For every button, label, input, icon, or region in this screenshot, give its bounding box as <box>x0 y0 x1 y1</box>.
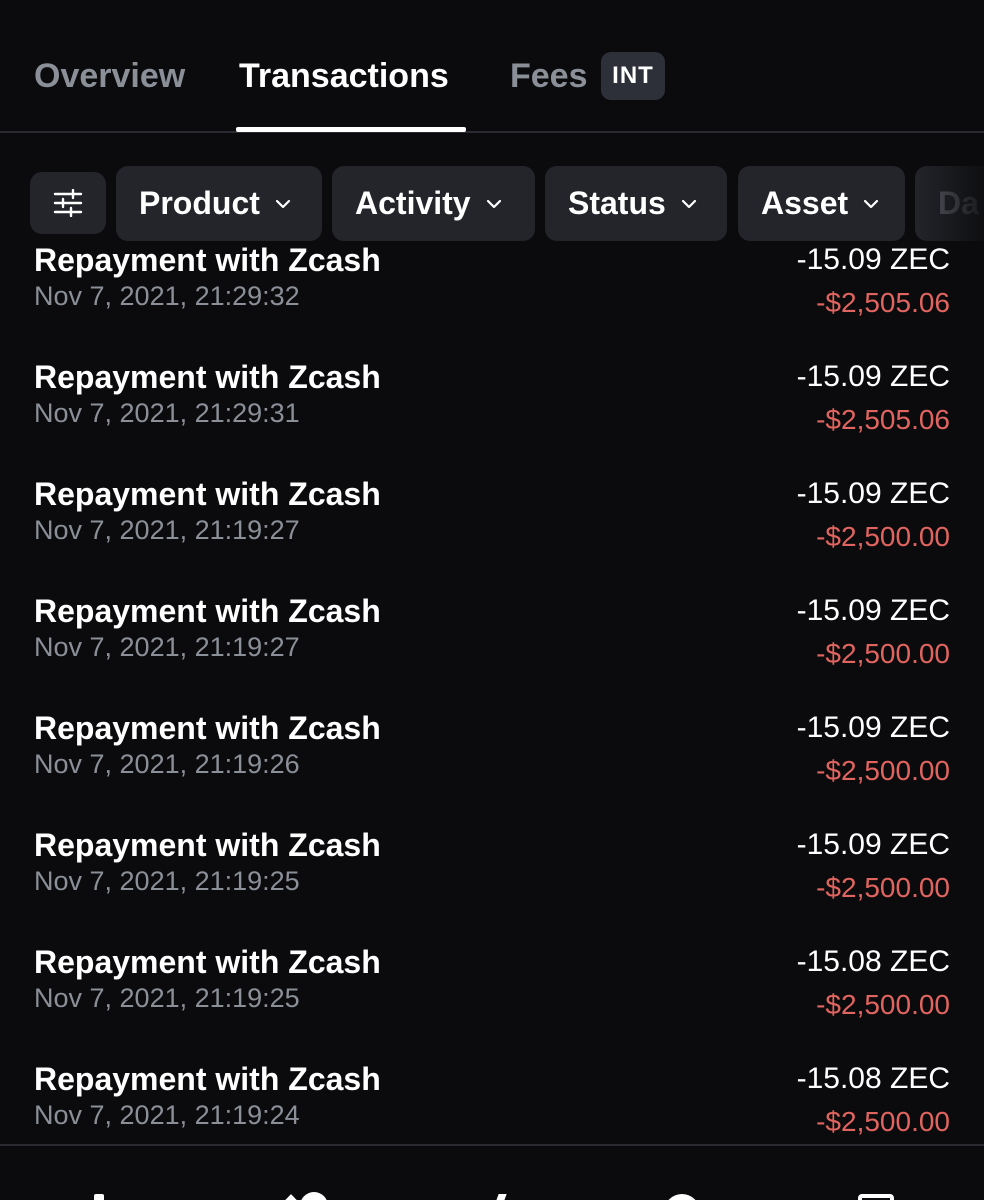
transaction-fiat-amount: -$2,500.00 <box>816 521 950 552</box>
transaction-date: Nov 7, 2021, 21:19:25 <box>34 866 300 896</box>
transaction-fiat-amount: -$2,500.00 <box>816 755 950 786</box>
filter-settings-button[interactable] <box>30 172 106 234</box>
filter-activity-label: Activity <box>355 185 471 221</box>
filter-date-label: Da <box>938 185 979 221</box>
transaction-row[interactable]: Repayment with Zcash Nov 7, 2021, 21:29:… <box>0 357 984 474</box>
transaction-row[interactable]: Repayment with Zcash Nov 7, 2021, 21:19:… <box>0 825 984 942</box>
fees-int-badge: INT <box>601 52 665 100</box>
filter-product[interactable]: Product <box>116 166 322 241</box>
transaction-title: Repayment with Zcash <box>34 359 381 395</box>
chevron-down-icon <box>681 199 696 208</box>
transaction-date: Nov 7, 2021, 21:19:24 <box>34 1100 300 1130</box>
transaction-amount: -15.09 ZEC <box>796 594 950 627</box>
card-icon[interactable] <box>858 1194 894 1200</box>
transaction-title: Repayment with Zcash <box>34 710 381 746</box>
transaction-amount: -15.09 ZEC <box>796 360 950 393</box>
chevron-down-icon <box>486 199 501 208</box>
transaction-date: Nov 7, 2021, 21:19:26 <box>34 749 300 779</box>
transaction-title: Repayment with Zcash <box>34 476 381 512</box>
transaction-date: Nov 7, 2021, 21:19:27 <box>34 515 300 545</box>
transaction-amount: -15.09 ZEC <box>796 477 950 510</box>
filter-asset-label: Asset <box>761 185 849 221</box>
transaction-row[interactable]: Repayment with Zcash Nov 7, 2021, 21:19:… <box>0 1059 984 1144</box>
transaction-date: Nov 7, 2021, 21:29:32 <box>34 281 300 311</box>
transaction-title: Repayment with Zcash <box>34 944 381 980</box>
transaction-fiat-amount: -$2,500.00 <box>816 1106 950 1137</box>
transaction-row[interactable]: Repayment with Zcash Nov 7, 2021, 21:19:… <box>0 708 984 825</box>
chevron-down-icon <box>275 199 290 208</box>
transaction-fiat-amount: -$2,505.06 <box>816 287 950 318</box>
sliders-icon <box>53 189 83 217</box>
transaction-list[interactable]: Repayment with Zcash Nov 7, 2021, 21:29:… <box>0 244 984 1144</box>
transaction-amount: -15.08 ZEC <box>796 1062 950 1095</box>
transaction-amount: -15.09 ZEC <box>796 828 950 861</box>
transaction-title: Repayment with Zcash <box>34 1061 381 1097</box>
transaction-fiat-amount: -$2,500.00 <box>816 638 950 669</box>
filter-status[interactable]: Status <box>545 166 727 241</box>
filter-product-label: Product <box>139 185 260 221</box>
transaction-title: Repayment with Zcash <box>34 827 381 863</box>
filter-activity[interactable]: Activity <box>332 166 535 241</box>
tab-overview[interactable]: Overview <box>34 56 185 96</box>
transaction-amount: -15.09 ZEC <box>796 244 950 276</box>
tab-bar: Overview Transactions Fees INT <box>0 0 984 133</box>
transaction-date: Nov 7, 2021, 21:19:27 <box>34 632 300 662</box>
transaction-title: Repayment with Zcash <box>34 244 381 278</box>
transaction-row[interactable]: Repayment with Zcash Nov 7, 2021, 21:19:… <box>0 591 984 708</box>
home-icon[interactable] <box>94 1194 104 1200</box>
transaction-fiat-amount: -$2,500.00 <box>816 872 950 903</box>
transaction-row[interactable]: Repayment with Zcash Nov 7, 2021, 21:19:… <box>0 474 984 591</box>
transaction-title: Repayment with Zcash <box>34 593 381 629</box>
active-tab-indicator <box>236 127 466 132</box>
filter-status-label: Status <box>568 185 666 221</box>
transaction-date: Nov 7, 2021, 21:29:31 <box>34 398 300 428</box>
bottom-nav <box>0 1144 984 1200</box>
transaction-row[interactable]: Repayment with Zcash Nov 7, 2021, 21:19:… <box>0 942 984 1059</box>
tab-transactions[interactable]: Transactions <box>239 56 449 96</box>
tab-fees[interactable]: Fees <box>510 56 588 96</box>
transaction-row[interactable]: Repayment with Zcash Nov 7, 2021, 21:29:… <box>0 244 984 357</box>
chevron-down-icon <box>864 199 879 208</box>
pay-icon[interactable] <box>664 1194 700 1200</box>
transaction-amount: -15.09 ZEC <box>796 711 950 744</box>
transaction-amount: -15.08 ZEC <box>796 945 950 978</box>
filter-asset[interactable]: Asset <box>738 166 905 241</box>
filter-date[interactable]: Da <box>915 166 984 241</box>
earn-icon[interactable] <box>491 1194 507 1200</box>
trade-icon[interactable] <box>300 1192 328 1200</box>
transaction-fiat-amount: -$2,505.06 <box>816 404 950 435</box>
transaction-date: Nov 7, 2021, 21:19:25 <box>34 983 300 1013</box>
transaction-fiat-amount: -$2,500.00 <box>816 989 950 1020</box>
trade-arrow-icon <box>278 1194 304 1200</box>
filter-bar: Product Activity Status Asset Da <box>0 166 984 242</box>
